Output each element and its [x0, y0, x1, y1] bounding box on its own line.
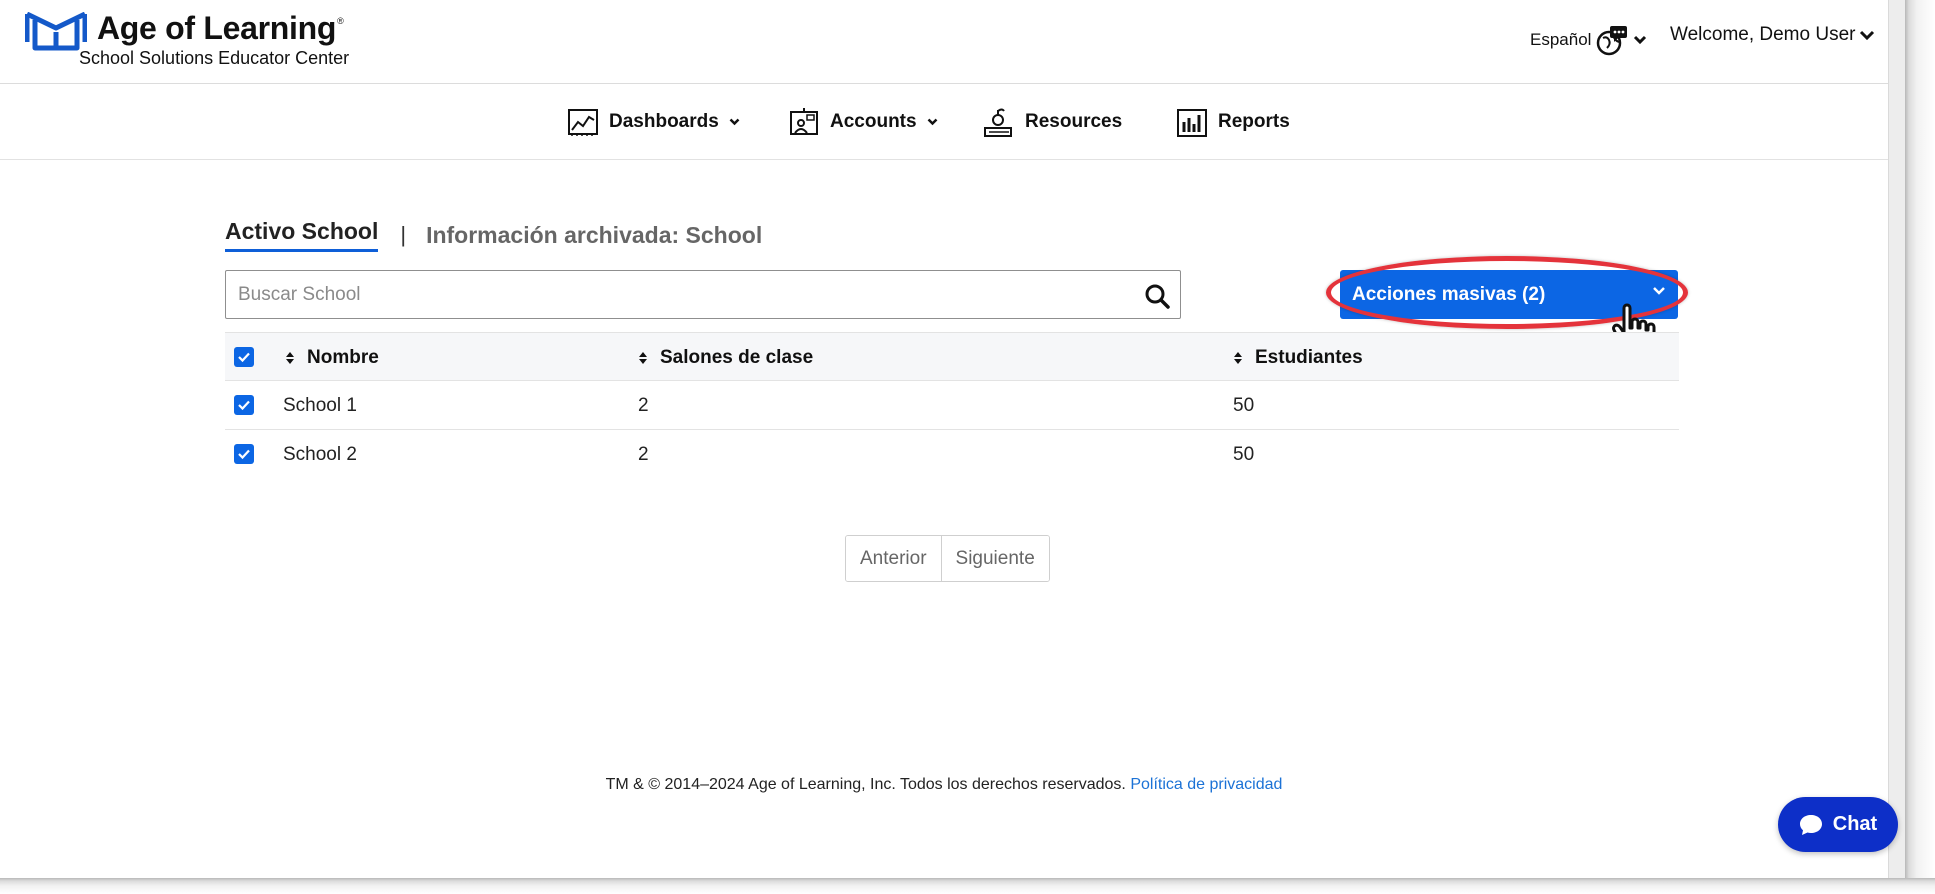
- welcome-label: Welcome, Demo User: [1670, 24, 1856, 45]
- search-icon[interactable]: [1144, 283, 1170, 309]
- chevron-down-icon: [927, 118, 937, 126]
- vertical-scrollbar[interactable]: [1888, 0, 1905, 878]
- user-menu[interactable]: Welcome, Demo User: [1670, 24, 1875, 46]
- cell-classrooms: 2: [638, 394, 649, 416]
- nav-label: Dashboards: [609, 111, 719, 132]
- school-tabs: Activo School | Información archivada: S…: [225, 218, 762, 252]
- chat-bubble-icon: [1799, 814, 1822, 835]
- globe-chat-icon: [1597, 26, 1628, 56]
- top-header: Age of Learning® School Solutions Educat…: [0, 0, 1888, 84]
- chevron-down-icon: [729, 118, 740, 126]
- book-apple-icon: [984, 108, 1012, 137]
- nav-accounts[interactable]: Accounts: [788, 106, 938, 138]
- schools-table: Nombre Salones de clase Estudiantes Scho…: [225, 332, 1679, 479]
- nav-resources[interactable]: Resources: [983, 106, 1122, 138]
- row-checkbox[interactable]: [234, 395, 254, 415]
- privacy-policy-link[interactable]: Política de privacidad: [1130, 776, 1282, 793]
- nav-reports[interactable]: Reports: [1176, 106, 1290, 138]
- nav-dashboards[interactable]: Dashboards: [567, 106, 740, 138]
- cell-students: 50: [1233, 394, 1255, 416]
- logo-book-icon: [25, 12, 87, 51]
- pagination: Anterior Siguiente: [845, 535, 1050, 582]
- cell-classrooms: 2: [638, 443, 649, 465]
- app-window: Age of Learning® School Solutions Educat…: [0, 0, 1905, 878]
- chevron-down-icon: [1634, 35, 1647, 45]
- brand-title: Age of Learning®: [97, 10, 344, 46]
- cell-students: 50: [1233, 443, 1255, 465]
- registered-mark: ®: [337, 16, 344, 26]
- main-nav: Dashboards Accounts Resources Reports: [0, 84, 1888, 160]
- nav-label: Resources: [1025, 111, 1123, 132]
- tab-archived-school[interactable]: Información archivada: School: [426, 222, 762, 249]
- search-box: [225, 270, 1181, 319]
- chevron-down-icon: [1653, 287, 1665, 295]
- checkmark-icon: [238, 400, 250, 411]
- column-header-nombre[interactable]: Nombre: [285, 333, 379, 382]
- classroom-board-icon: [790, 108, 818, 135]
- sort-icon: [286, 351, 294, 364]
- sort-icon: [639, 351, 647, 364]
- search-input[interactable]: [226, 271, 1180, 318]
- bulk-actions-label: Acciones masivas (2): [1352, 283, 1546, 305]
- chat-label: Chat: [1832, 813, 1878, 835]
- cell-name: School 2: [283, 443, 357, 465]
- line-chart-icon: [568, 109, 598, 136]
- next-page-button[interactable]: Siguiente: [940, 536, 1049, 581]
- row-checkbox[interactable]: [234, 444, 254, 464]
- prev-page-button[interactable]: Anterior: [846, 536, 941, 581]
- frame-shadow-right: [1905, 0, 1935, 894]
- column-header-estudiantes[interactable]: Estudiantes: [1233, 333, 1363, 382]
- brand-subtitle: School Solutions Educator Center: [79, 48, 350, 68]
- tab-active-school[interactable]: Activo School: [225, 218, 379, 252]
- table-row[interactable]: School 1 2 50: [225, 381, 1679, 430]
- page-footer: TM & © 2014–2024 Age of Learning, Inc. T…: [0, 776, 1888, 794]
- select-all-checkbox[interactable]: [234, 347, 254, 367]
- chat-button[interactable]: Chat: [1778, 797, 1898, 852]
- tab-separator: |: [400, 222, 407, 247]
- table-header-row: Nombre Salones de clase Estudiantes: [225, 332, 1679, 381]
- cell-name: School 1: [283, 394, 357, 416]
- nav-label: Reports: [1218, 111, 1290, 132]
- nav-label: Accounts: [830, 111, 917, 132]
- checkmark-icon: [238, 449, 250, 460]
- bar-chart-icon: [1177, 109, 1207, 137]
- column-header-salones[interactable]: Salones de clase: [638, 333, 813, 382]
- chevron-down-icon: [1860, 30, 1875, 40]
- copyright-text: TM & © 2014–2024 Age of Learning, Inc. T…: [605, 776, 1126, 793]
- language-label: Español: [1530, 30, 1592, 49]
- sort-icon: [1234, 351, 1242, 364]
- table-row[interactable]: School 2 2 50: [225, 430, 1679, 479]
- frame-shadow-bottom: [0, 878, 1935, 894]
- checkmark-icon: [238, 352, 250, 363]
- language-selector[interactable]: Español: [1530, 24, 1647, 56]
